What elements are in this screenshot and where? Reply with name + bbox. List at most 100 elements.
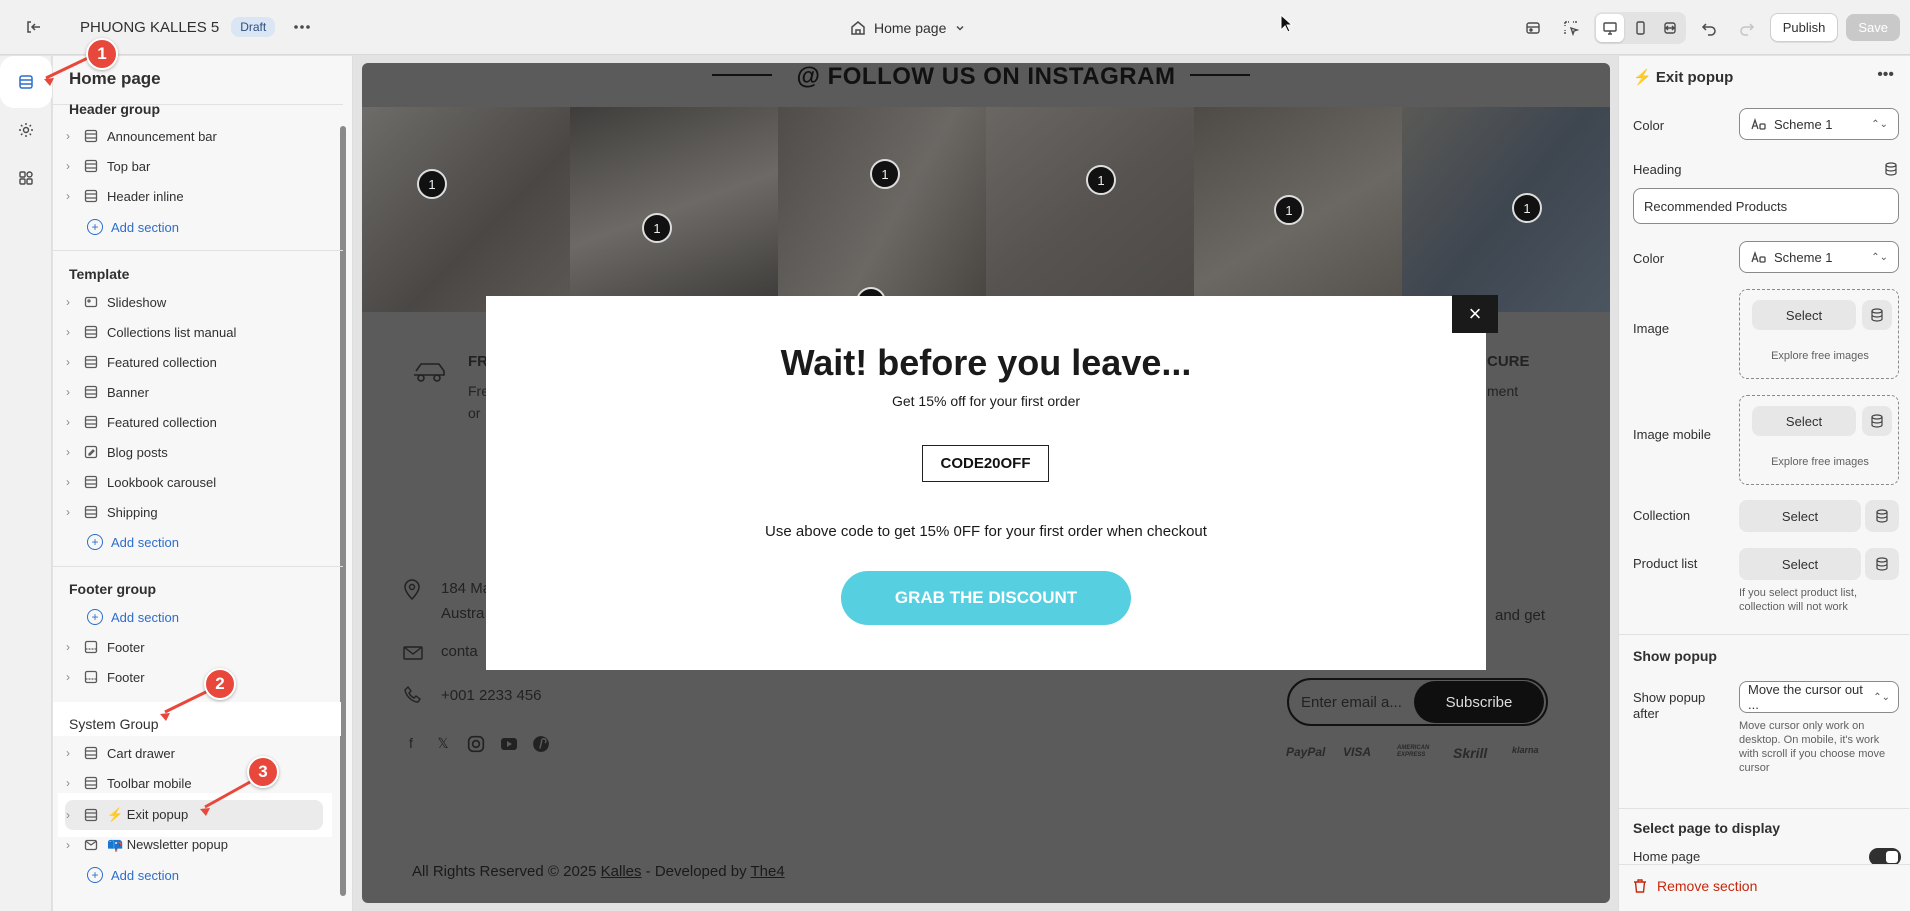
sidebar-item-slideshow[interactable]: › Slideshow <box>61 288 331 316</box>
dynamic-source-icon[interactable] <box>1862 406 1892 436</box>
chevron-right-icon[interactable]: › <box>61 445 75 459</box>
instagram-icon[interactable] <box>467 735 485 753</box>
sections-icon[interactable] <box>0 56 52 108</box>
chevron-right-icon[interactable]: › <box>61 746 75 760</box>
lookbook-pin[interactable]: 1 <box>870 159 900 189</box>
developer-link[interactable]: The4 <box>750 863 784 880</box>
color-scheme-select-2[interactable]: Scheme 1 ⌃⌄ <box>1739 241 1899 273</box>
dynamic-source-icon[interactable] <box>1865 548 1899 580</box>
save-button[interactable]: Save <box>1846 14 1900 41</box>
sidebar-item-footer[interactable]: › Footer <box>61 633 331 661</box>
discount-code[interactable]: CODE20OFF <box>922 445 1049 482</box>
sidebar-item-exit-popup[interactable]: › ⚡ Exit popup <box>61 801 331 829</box>
explore-free-images-link[interactable]: Explore free images <box>1740 350 1900 362</box>
add-section-button[interactable]: + Add section <box>87 603 352 631</box>
chevron-right-icon[interactable]: › <box>61 385 75 399</box>
chevron-right-icon[interactable]: › <box>61 325 75 339</box>
image-mobile-select-button[interactable]: Select <box>1752 406 1856 436</box>
sidebar-item-banner[interactable]: › Banner <box>61 378 331 406</box>
add-section-button[interactable]: + Add section <box>87 213 352 241</box>
instagram-photo[interactable]: 1 <box>362 107 570 312</box>
sidebar-item-lookbook-carousel[interactable]: › Lookbook carousel <box>61 468 331 496</box>
newsletter-email-input[interactable]: Enter email a... <box>1289 694 1414 711</box>
inspector-icon[interactable] <box>1556 13 1586 43</box>
heading-input[interactable]: Recommended Products <box>1633 188 1899 224</box>
remove-section-button[interactable]: Remove section <box>1633 878 1757 894</box>
chevron-right-icon[interactable]: › <box>61 640 75 654</box>
sidebar-item-collections-list-manual[interactable]: › Collections list manual <box>61 318 331 346</box>
sidebar-item-header-inline[interactable]: › Header inline <box>61 182 331 210</box>
mobile-view-icon[interactable] <box>1626 14 1654 42</box>
sidebar-item-shipping[interactable]: › Shipping <box>61 498 331 526</box>
product-list-select-button[interactable]: Select <box>1739 548 1861 580</box>
chevron-right-icon[interactable]: › <box>61 355 75 369</box>
lookbook-pin[interactable]: 1 <box>1274 195 1304 225</box>
chevron-right-icon[interactable]: › <box>61 776 75 790</box>
grab-discount-button[interactable]: GRAB THE DISCOUNT <box>841 571 1131 625</box>
copyright-prefix: All Rights Reserved © 2025 <box>412 863 601 880</box>
desktop-view-icon[interactable] <box>1595 13 1624 42</box>
page-selector[interactable]: Home page <box>850 0 966 55</box>
facebook-icon[interactable]: f <box>402 735 420 753</box>
apps-icon[interactable] <box>6 158 46 198</box>
chevron-right-icon[interactable]: › <box>61 415 75 429</box>
sidebar-item-top-bar[interactable]: › Top bar <box>61 152 331 180</box>
sidebar-item-blog-posts[interactable]: › Blog posts <box>61 438 331 466</box>
subscribe-button[interactable]: Subscribe <box>1414 681 1544 723</box>
lookbook-pin[interactable]: 1 <box>417 169 447 199</box>
sidebar-item-featured-collection-2[interactable]: › Featured collection <box>61 408 331 436</box>
settings-gear-icon[interactable] <box>6 110 46 150</box>
product-list-picker: Select <box>1739 548 1899 580</box>
show-popup-after-select[interactable]: Move the cursor out ... ⌃⌄ <box>1739 681 1899 713</box>
chevron-right-icon[interactable]: › <box>61 129 75 143</box>
chevron-right-icon[interactable]: › <box>61 505 75 519</box>
undo-icon[interactable] <box>1694 13 1724 43</box>
instagram-photo[interactable]: 1 <box>986 107 1194 312</box>
chevron-right-icon[interactable]: › <box>61 808 75 822</box>
sidebar-title: Home page <box>69 69 161 88</box>
chevron-right-icon[interactable]: › <box>61 189 75 203</box>
lookbook-pin[interactable]: 1 <box>1512 193 1542 223</box>
sidebar-item-announcement-bar[interactable]: › Announcement bar <box>61 122 331 150</box>
chevron-right-icon[interactable]: › <box>61 295 75 309</box>
collection-select-button[interactable]: Select <box>1739 500 1861 532</box>
dynamic-source-icon[interactable] <box>1865 500 1899 532</box>
sidebar-item-featured-collection[interactable]: › Featured collection <box>61 348 331 376</box>
redo-icon[interactable] <box>1732 13 1762 43</box>
sidebar-item-newsletter-popup[interactable]: › 📪 Newsletter popup <box>61 831 331 859</box>
chevron-right-icon[interactable]: › <box>61 475 75 489</box>
exit-icon[interactable] <box>18 12 48 42</box>
full-width-view-icon[interactable] <box>1656 14 1684 42</box>
sidebar-item-footer-2[interactable]: › Footer <box>61 663 331 691</box>
x-twitter-icon[interactable]: 𝕏 <box>434 735 452 753</box>
sidebar-scrollbar[interactable] <box>340 126 346 896</box>
youtube-icon[interactable] <box>500 735 518 753</box>
sidebar-item-cart-drawer[interactable]: › Cart drawer <box>61 739 331 767</box>
dynamic-source-icon[interactable] <box>1884 162 1898 176</box>
mail-icon <box>403 646 423 660</box>
more-options-icon[interactable] <box>287 12 317 42</box>
close-icon[interactable]: × <box>1452 295 1498 333</box>
explore-free-images-link[interactable]: Explore free images <box>1740 456 1900 468</box>
lookbook-pin[interactable]: 1 <box>1086 165 1116 195</box>
lookbook-pin[interactable]: 1 <box>642 213 672 243</box>
instagram-photo[interactable]: 1 <box>1194 107 1402 312</box>
chevron-right-icon[interactable]: › <box>61 159 75 173</box>
color-scheme-select[interactable]: Scheme 1 ⌃⌄ <box>1739 108 1899 140</box>
image-select-button[interactable]: Select <box>1752 300 1856 330</box>
sidebar-item-toolbar-mobile[interactable]: › Toolbar mobile <box>61 769 331 797</box>
add-section-button[interactable]: + Add section <box>87 528 352 556</box>
theme-ai-icon[interactable] <box>1518 13 1548 43</box>
more-options-icon[interactable]: ••• <box>1877 66 1894 84</box>
section-icon <box>83 775 99 791</box>
dynamic-source-icon[interactable] <box>1862 300 1892 330</box>
publish-button[interactable]: Publish <box>1769 13 1839 42</box>
brand-link[interactable]: Kalles <box>601 863 642 880</box>
instagram-photo[interactable]: 1 <box>570 107 778 312</box>
add-section-button[interactable]: + Add section <box>87 861 352 889</box>
instagram-photo[interactable]: 1 2 <box>778 107 986 317</box>
instagram-photo[interactable]: 1 <box>1402 107 1610 312</box>
chevron-right-icon[interactable]: › <box>61 838 75 852</box>
chevron-right-icon[interactable]: › <box>61 670 75 684</box>
pinterest-icon[interactable] <box>532 735 550 753</box>
